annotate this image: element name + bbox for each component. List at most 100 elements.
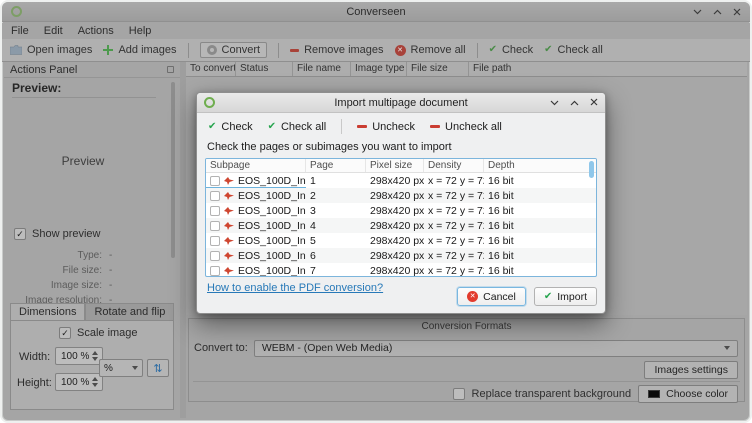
open-images-icon: [10, 45, 22, 55]
row-checkbox[interactable]: [210, 221, 220, 231]
preview-area: Preview: [10, 100, 156, 222]
col-depth[interactable]: Depth: [484, 159, 596, 172]
info-filesize-label: File size:: [4, 265, 102, 276]
main-toolbar: Open images Add images Convert Remove im…: [2, 39, 750, 62]
menu-file[interactable]: File: [11, 25, 29, 37]
pdf-page-icon: [224, 266, 234, 276]
uncheck-all-icon: [430, 125, 440, 128]
pages-table-rows: EOS_100D_Instruc... 1 298x420 px x = 72 …: [206, 173, 596, 277]
table-row[interactable]: EOS_100D_Instruc... 3 298x420 px x = 72 …: [206, 203, 596, 218]
checkbox-checked-icon: ✓: [59, 327, 71, 339]
import-check-icon: ✔: [544, 292, 552, 302]
add-images-button[interactable]: Add images: [103, 44, 176, 56]
row-checkbox[interactable]: [210, 266, 220, 276]
toolbar-separator: [188, 43, 189, 58]
menu-edit[interactable]: Edit: [44, 25, 63, 37]
show-preview-checkbox[interactable]: ✓ Show preview: [14, 228, 100, 240]
cancel-button[interactable]: ✕ Cancel: [457, 287, 526, 306]
chevron-down-icon: [132, 366, 138, 370]
conversion-formats-group: Conversion Formats Convert to: WEBM - (O…: [188, 318, 745, 402]
convert-to-label: Convert to:: [194, 342, 248, 354]
dialog-check-all-button[interactable]: ✔ Check all: [268, 121, 327, 133]
col-file-size[interactable]: File size: [407, 62, 469, 76]
open-images-button[interactable]: Open images: [10, 44, 92, 56]
info-type-value: -: [109, 250, 112, 261]
images-settings-button[interactable]: Images settings: [644, 361, 738, 379]
convert-button[interactable]: Convert: [200, 42, 268, 58]
maximize-button[interactable]: [713, 9, 722, 15]
pdf-page-icon: [224, 206, 234, 216]
dialog-close-button[interactable]: [590, 97, 598, 109]
table-row[interactable]: EOS_100D_Instruc... 6 298x420 px x = 72 …: [206, 248, 596, 263]
dock-float-button[interactable]: [167, 66, 174, 73]
close-button[interactable]: [733, 8, 741, 16]
info-imagesize-value: -: [109, 280, 112, 291]
pdf-page-icon: [224, 176, 234, 186]
minimize-button[interactable]: [693, 9, 702, 15]
preview-placeholder-text: Preview: [62, 154, 105, 168]
actions-panel-header: Actions Panel: [4, 62, 180, 78]
table-scrollbar[interactable]: [589, 161, 594, 178]
check-all-icon: ✔: [544, 45, 552, 55]
tab-rotate-flip[interactable]: Rotate and flip: [85, 303, 174, 321]
col-file-name[interactable]: File name: [293, 62, 351, 76]
pdf-page-icon: [224, 236, 234, 246]
col-pixel-size[interactable]: Pixel size: [366, 159, 424, 172]
swap-dimensions-button[interactable]: ⇅: [147, 359, 169, 377]
dialog-minimize-button[interactable]: [550, 97, 559, 109]
toolbar-separator: [278, 43, 279, 58]
converseen-logo-icon: [204, 97, 215, 108]
menu-actions[interactable]: Actions: [78, 25, 114, 37]
col-to-convert[interactable]: To convert: [186, 62, 236, 76]
window-title: Converseen: [2, 6, 750, 18]
remove-all-button[interactable]: ✕ Remove all: [395, 44, 466, 56]
conversion-formats-title: Conversion Formats: [189, 321, 744, 332]
tab-dimensions[interactable]: Dimensions: [10, 303, 85, 321]
menu-help[interactable]: Help: [129, 25, 152, 37]
spin-arrows-icon[interactable]: [90, 377, 102, 387]
remove-all-icon: ✕: [395, 45, 406, 56]
row-checkbox[interactable]: [210, 191, 220, 201]
col-image-type[interactable]: Image type: [351, 62, 407, 76]
format-combobox[interactable]: WEBM - (Open Web Media): [254, 340, 738, 357]
info-type-label: Type:: [4, 250, 102, 261]
dialog-uncheck-all-button[interactable]: Uncheck all: [430, 121, 502, 133]
files-table-header: To convert Status File name Image type F…: [186, 62, 747, 77]
dialog-uncheck-button[interactable]: Uncheck: [357, 121, 415, 133]
scale-image-checkbox[interactable]: ✓ Scale image: [59, 327, 138, 339]
row-checkbox[interactable]: [210, 176, 220, 186]
table-row[interactable]: EOS_100D_Instruc... 4 298x420 px x = 72 …: [206, 218, 596, 233]
unit-combobox[interactable]: %: [99, 359, 143, 377]
col-status[interactable]: Status: [236, 62, 293, 76]
check-all-button[interactable]: ✔ Check all: [544, 44, 603, 56]
choose-color-button[interactable]: Choose color: [638, 385, 738, 403]
table-row[interactable]: EOS_100D_Instruc... 2 298x420 px x = 72 …: [206, 188, 596, 203]
height-spinbox[interactable]: 100 %: [55, 373, 103, 391]
height-label: Height:: [17, 377, 52, 389]
table-row[interactable]: EOS_100D_Instruc... 5 298x420 px x = 72 …: [206, 233, 596, 248]
row-checkbox[interactable]: [210, 251, 220, 261]
width-spinbox[interactable]: 100 %: [55, 347, 103, 365]
dialog-maximize-button[interactable]: [570, 97, 579, 109]
row-checkbox[interactable]: [210, 206, 220, 216]
col-density[interactable]: Density: [424, 159, 484, 172]
pdf-conversion-help-link[interactable]: How to enable the PDF conversion?: [207, 282, 383, 294]
dialog-check-button[interactable]: ✔ Check: [208, 121, 253, 133]
table-row[interactable]: EOS_100D_Instruc... 1 298x420 px x = 72 …: [206, 173, 596, 188]
dialog-titlebar: Import multipage document: [197, 93, 605, 113]
row-checkbox[interactable]: [210, 236, 220, 246]
import-button[interactable]: ✔ Import: [534, 287, 597, 306]
cancel-icon: ✕: [467, 291, 478, 302]
remove-minus-icon: [290, 49, 299, 52]
replace-background-checkbox[interactable]: [453, 388, 465, 400]
info-imagesize-label: Image size:: [4, 280, 102, 291]
pdf-page-icon: [224, 191, 234, 201]
remove-images-button[interactable]: Remove images: [290, 44, 383, 56]
dimensions-tabbar: Dimensions Rotate and flip: [10, 303, 174, 321]
col-subpage[interactable]: Subpage: [206, 159, 306, 172]
check-button[interactable]: ✔ Check: [489, 44, 534, 56]
col-file-path[interactable]: File path: [469, 62, 747, 76]
dock-scrollbar[interactable]: [171, 82, 175, 258]
table-row[interactable]: EOS_100D_Instruc... 7 298x420 px x = 72 …: [206, 263, 596, 277]
col-page[interactable]: Page: [306, 159, 366, 172]
